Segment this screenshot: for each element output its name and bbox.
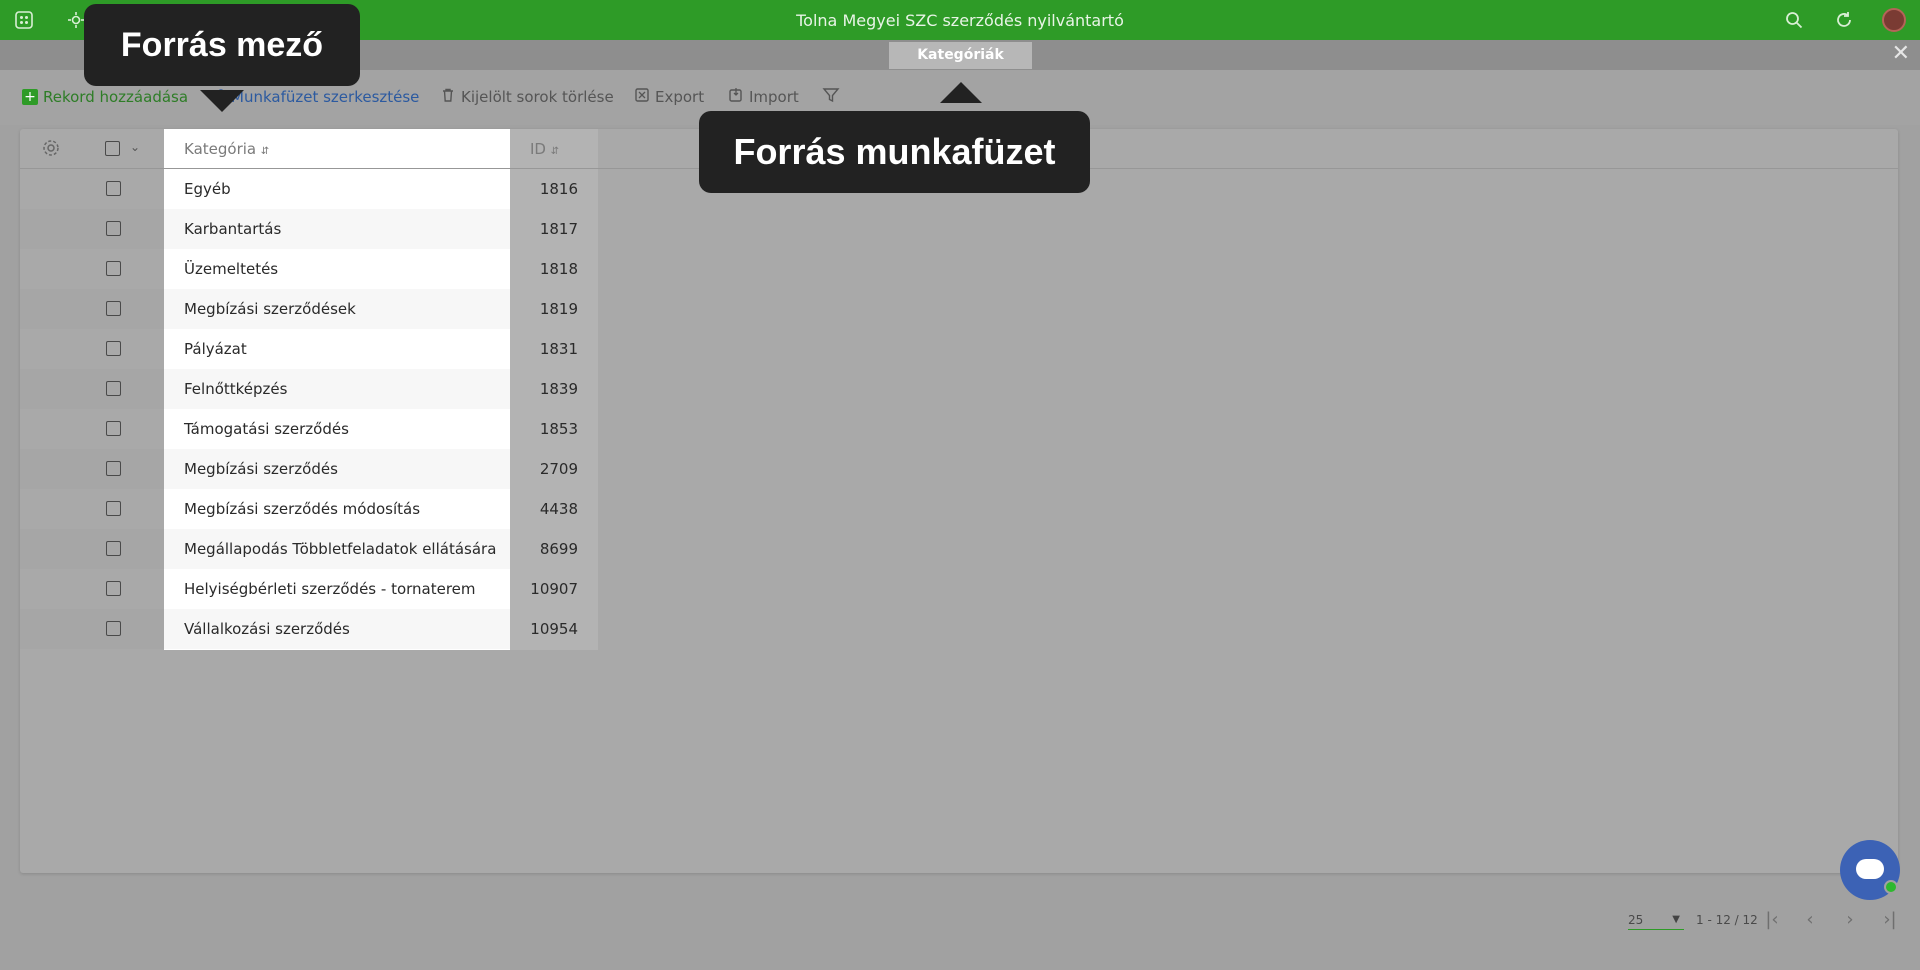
category-cell[interactable]: Megállapodás Többletfeladatok ellátására (184, 540, 496, 558)
row-checkbox[interactable] (106, 261, 121, 276)
category-cell[interactable]: Helyiségbérleti szerződés - tornaterem (184, 580, 476, 598)
table-row[interactable]: Megbízási szerződés módosítás 4438 (20, 489, 598, 529)
chat-button[interactable] (1840, 840, 1900, 900)
id-cell[interactable]: 10954 (530, 620, 578, 638)
category-cell[interactable]: Egyéb (184, 180, 231, 198)
row-checkbox[interactable] (106, 221, 121, 236)
plus-icon: + (22, 89, 38, 105)
row-checkbox[interactable] (106, 421, 121, 436)
refresh-icon[interactable] (1834, 10, 1854, 30)
id-cell[interactable]: 1831 (540, 340, 578, 358)
table-row[interactable]: Megállapodás Többletfeladatok ellátására… (20, 529, 598, 569)
dropdown-arrow-icon: ▼ (1672, 914, 1680, 925)
select-all-checkbox[interactable] (105, 141, 120, 156)
prev-page-icon[interactable]: ‹ (1800, 910, 1820, 930)
last-page-icon[interactable]: ›| (1880, 910, 1900, 930)
row-stripe (20, 369, 164, 409)
tooltip-field: Forrás mező (84, 4, 360, 86)
row-stripe (20, 529, 164, 569)
delete-selected-label: Kijelölt sorok törlése (461, 88, 614, 106)
tooltip-workbook: Forrás munkafüzet (699, 111, 1090, 193)
delete-selected-button[interactable]: Kijelölt sorok törlése (440, 87, 614, 107)
table-row[interactable]: Felnőttképzés 1839 (20, 369, 598, 409)
export-icon (634, 87, 650, 108)
chat-icon (1856, 859, 1884, 879)
row-checkbox[interactable] (106, 461, 121, 476)
column-header-category-label: Kategória (184, 140, 257, 158)
table-row[interactable]: Karbantartás 1817 (20, 209, 598, 249)
category-cell[interactable]: Vállalkozási szerződés (184, 620, 350, 638)
category-cell[interactable]: Karbantartás (184, 220, 281, 238)
row-stripe (20, 209, 164, 249)
add-record-button[interactable]: + Rekord hozzáadása (22, 87, 188, 107)
category-cell[interactable]: Üzemeltetés (184, 260, 278, 278)
category-cell[interactable]: Megbízási szerződések (184, 300, 356, 318)
import-button[interactable]: Import (728, 87, 799, 107)
first-page-icon[interactable]: |‹ (1762, 910, 1782, 930)
page-range: 1 - 12 / 12 (1696, 913, 1758, 927)
tab-kategoriak[interactable]: Kategóriák (889, 42, 1032, 69)
row-checkbox[interactable] (106, 621, 121, 636)
column-header-id-label: ID (530, 140, 546, 158)
table-row[interactable]: Pályázat 1831 (20, 329, 598, 369)
table-row[interactable]: Megbízási szerződés 2709 (20, 449, 598, 489)
row-checkbox[interactable] (106, 381, 121, 396)
filter-button[interactable] (822, 87, 840, 107)
id-cell[interactable]: 4438 (540, 500, 578, 518)
category-cell[interactable]: Támogatási szerződés (184, 420, 349, 438)
export-label: Export (655, 88, 705, 106)
sort-icon: ⇵ (550, 146, 560, 157)
category-cell[interactable]: Megbízási szerződés módosítás (184, 500, 420, 518)
page-size-select[interactable]: 25 ▼ (1628, 910, 1684, 930)
id-cell[interactable]: 10907 (530, 580, 578, 598)
id-cell[interactable]: 1839 (540, 380, 578, 398)
edit-workbook-label: Munkafüzet szerkesztése (231, 88, 420, 106)
online-status-dot (1884, 880, 1898, 894)
id-cell[interactable]: 1817 (540, 220, 578, 238)
tooltip-workbook-arrow (940, 82, 982, 103)
row-stripe (20, 609, 164, 649)
search-icon[interactable] (1784, 10, 1804, 30)
id-cell[interactable]: 1816 (540, 180, 578, 198)
next-page-icon[interactable]: › (1840, 910, 1860, 930)
row-checkbox[interactable] (106, 301, 121, 316)
import-label: Import (749, 88, 799, 106)
add-record-label: Rekord hozzáadása (43, 88, 189, 106)
row-checkbox[interactable] (106, 501, 121, 516)
category-cell[interactable]: Megbízási szerződés (184, 460, 338, 478)
id-cell[interactable]: 2709 (540, 460, 578, 478)
page-size-value: 25 (1628, 913, 1644, 927)
category-cell[interactable]: Felnőttképzés (184, 380, 287, 398)
row-checkbox[interactable] (106, 541, 121, 556)
id-cell[interactable]: 1818 (540, 260, 578, 278)
import-icon (728, 87, 744, 108)
column-header-id[interactable]: ID ⇵ (530, 139, 559, 162)
row-checkbox[interactable] (106, 181, 121, 196)
id-cell[interactable]: 8699 (540, 540, 578, 558)
table-row[interactable]: Helyiségbérleti szerződés - tornaterem 10… (20, 569, 598, 609)
table-row[interactable]: Üzemeltetés 1818 (20, 249, 598, 289)
chevron-down-icon[interactable]: ⌄ (130, 140, 140, 154)
id-cell[interactable]: 1819 (540, 300, 578, 318)
column-header-category[interactable]: Kategória ⇵ (184, 139, 269, 162)
row-checkbox[interactable] (106, 581, 121, 596)
table-row[interactable]: Megbízási szerződések 1819 (20, 289, 598, 329)
row-stripe (20, 289, 164, 329)
table-row[interactable]: Vállalkozási szerződés 10954 (20, 609, 598, 649)
table-row[interactable]: Egyéb 1816 (20, 169, 598, 209)
tooltip-field-arrow (200, 90, 244, 112)
avatar[interactable] (1882, 8, 1906, 32)
row-checkbox[interactable] (106, 341, 121, 356)
sort-icon: ⇵ (260, 146, 270, 157)
filter-icon (822, 86, 840, 109)
category-cell[interactable]: Pályázat (184, 340, 247, 358)
id-cell[interactable]: 1853 (540, 420, 578, 438)
table-row[interactable]: Támogatási szerződés 1853 (20, 409, 598, 449)
export-button[interactable]: Export (634, 87, 704, 107)
close-icon[interactable]: ✕ (1892, 43, 1910, 65)
gear-icon[interactable] (41, 138, 61, 158)
trash-icon (440, 87, 456, 108)
row-stripe (20, 449, 164, 489)
